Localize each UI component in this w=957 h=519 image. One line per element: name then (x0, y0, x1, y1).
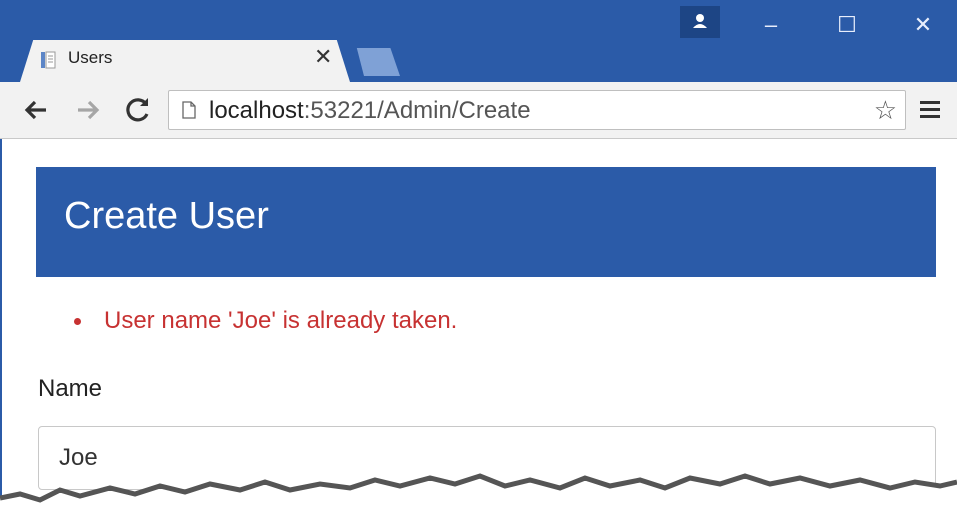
browser-toolbar: localhost:53221/Admin/Create ☆ (0, 82, 957, 139)
forward-button[interactable] (70, 92, 106, 128)
url-path: :53221/Admin/Create (303, 97, 531, 124)
tab-close-icon[interactable]: ✕ (314, 46, 332, 68)
maximize-button[interactable]: ☐ (822, 8, 872, 42)
reload-button[interactable] (120, 92, 156, 128)
window-close-button[interactable]: ✕ (898, 8, 948, 42)
profile-button[interactable] (680, 6, 720, 38)
person-icon (693, 14, 707, 28)
browser-window: Users ✕ – ☐ ✕ localhost:53221/Admin/Crea… (0, 0, 957, 519)
validation-error-text: User name 'Joe' is already taken. (104, 307, 458, 334)
panel-heading: Create User (36, 167, 936, 277)
url-text: localhost:53221/Admin/Create (209, 97, 531, 125)
torn-edge (0, 473, 957, 519)
page-icon (182, 101, 196, 119)
minimize-button[interactable]: – (746, 8, 796, 42)
page-title: Create User (64, 195, 269, 237)
back-button[interactable] (18, 92, 54, 128)
address-bar[interactable]: localhost:53221/Admin/Create ☆ (168, 90, 906, 130)
tab-title: Users (68, 48, 113, 67)
validation-error: User name 'Joe' is already taken. (74, 307, 457, 335)
tab-users[interactable]: Users ✕ (20, 40, 350, 82)
reload-icon (126, 98, 149, 122)
page-favicon-icon (41, 51, 56, 69)
bookmark-star-icon[interactable]: ☆ (874, 95, 897, 126)
validation-summary: User name 'Joe' is already taken. (74, 307, 457, 335)
back-arrow-icon (24, 100, 46, 120)
name-label: Name (38, 375, 103, 402)
forward-arrow-icon (78, 100, 100, 120)
new-tab-button[interactable] (356, 48, 400, 76)
url-host: localhost (209, 97, 304, 124)
menu-icon[interactable] (916, 96, 944, 124)
bullet-icon (74, 318, 81, 325)
title-bar: Users ✕ – ☐ ✕ (0, 0, 957, 82)
